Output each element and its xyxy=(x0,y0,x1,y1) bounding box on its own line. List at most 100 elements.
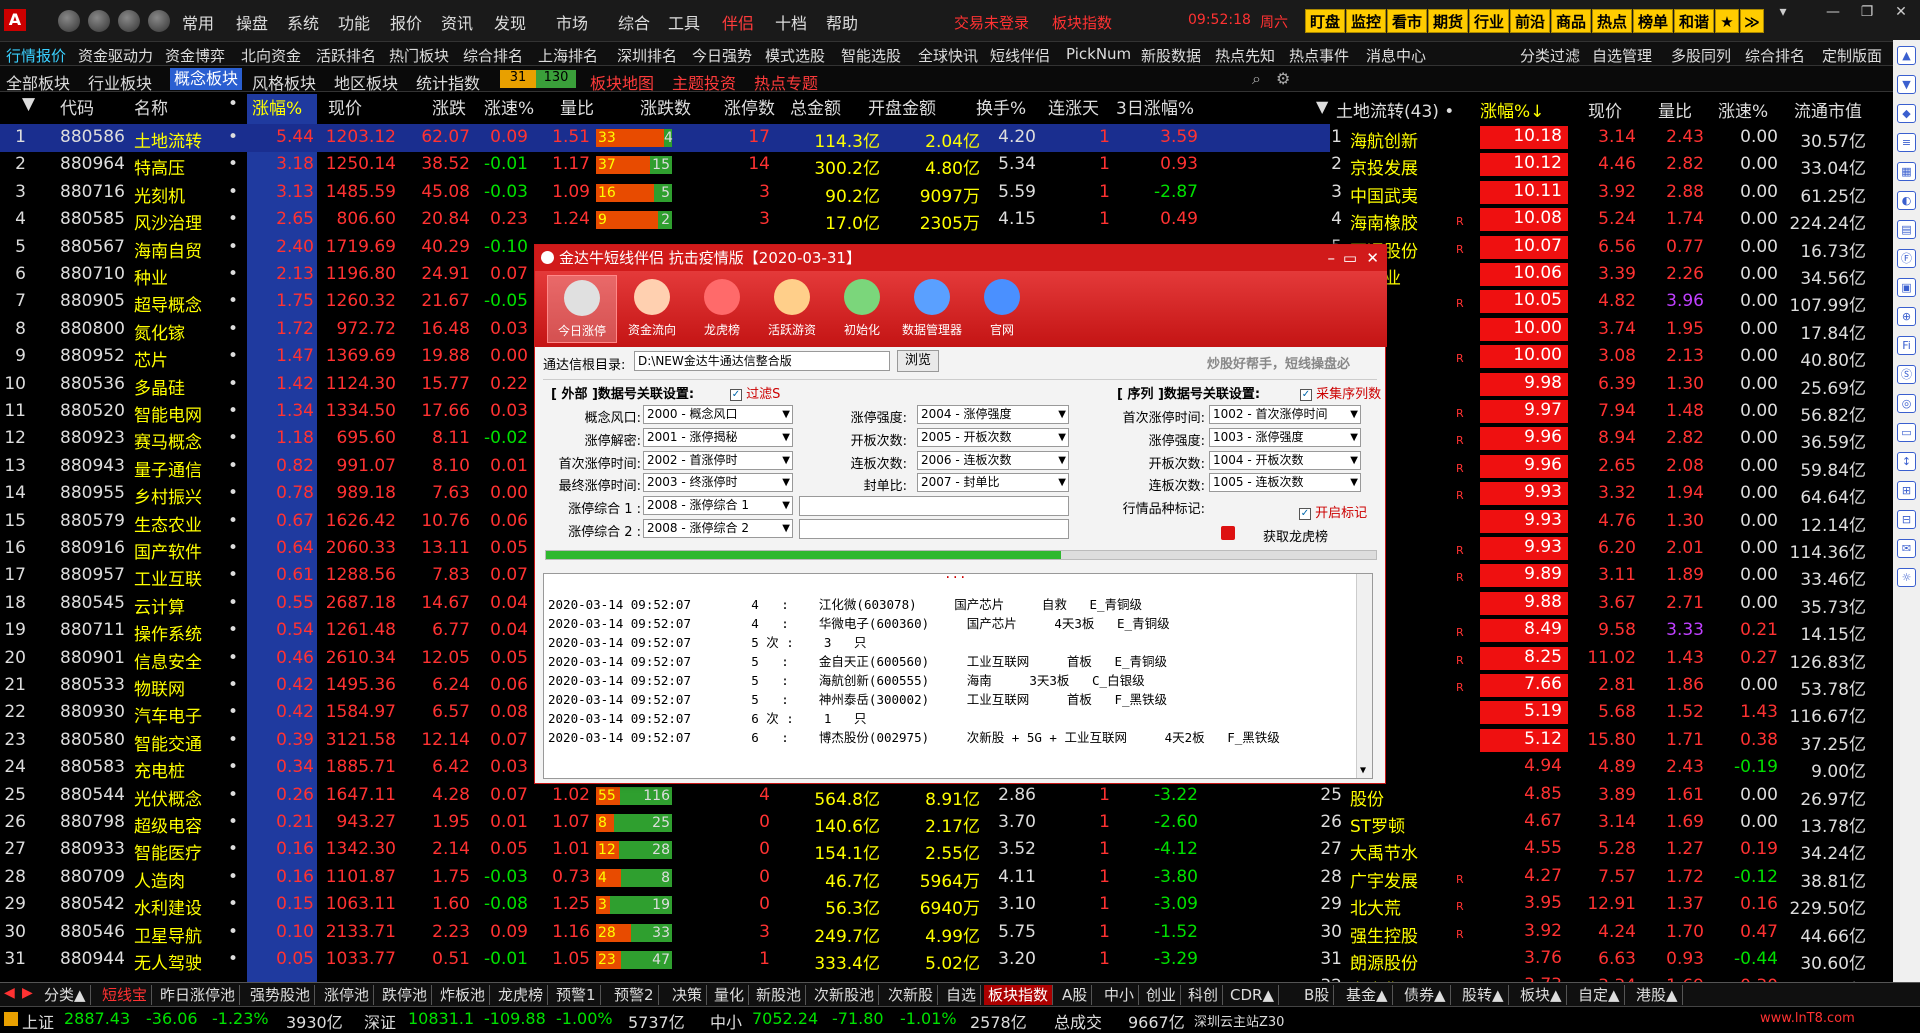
resize-icon[interactable]: ↕ xyxy=(1897,452,1916,471)
panel-row[interactable]: 2 京投发展 10.12 4.46 2.82 0.00 33.04亿 xyxy=(1310,151,1880,179)
panel-row[interactable]: 24生物4.944.892.43-0.199.00亿 xyxy=(1310,754,1880,782)
sun-icon[interactable]: ☼ xyxy=(1897,568,1916,587)
panel-row[interactable]: 17集团R9.893.111.890.0033.46亿 xyxy=(1310,562,1880,590)
seq-select-3[interactable]: 1005 - 连板次数 ▼ xyxy=(1209,473,1361,493)
target-icon[interactable]: ◎ xyxy=(1897,394,1916,413)
panel-header-3[interactable]: 涨速% xyxy=(1718,97,1768,125)
ext-select-3[interactable]: 2003 - 终涨停时 ▼ xyxy=(643,473,793,493)
bottom-tab-27[interactable]: 自定▲ xyxy=(1574,985,1625,1005)
menu-item-11[interactable]: 十档 xyxy=(775,10,807,34)
menu-item-10[interactable]: 伴侣 xyxy=(722,10,754,34)
tab-21[interactable]: 多股同列 xyxy=(1671,45,1731,66)
menu-item-2[interactable]: 系统 xyxy=(287,10,319,34)
column-header-8[interactable]: 涨跌数 xyxy=(640,94,691,122)
tab-10[interactable]: 模式选股 xyxy=(765,45,825,66)
bottom-tab-1[interactable]: 短线宝 xyxy=(98,985,153,1005)
ext-select-2[interactable]: 2002 - 首涨停时 ▼ xyxy=(643,450,793,470)
panel-row[interactable]: 6农种业10.063.392.260.0034.56亿 xyxy=(1310,261,1880,289)
restore-icon[interactable]: ❐ xyxy=(1854,4,1880,24)
tab-8[interactable]: 深圳排名 xyxy=(617,45,677,66)
diamond-icon[interactable]: ◆ xyxy=(1897,104,1916,123)
table-row[interactable]: 30 880546 卫星导航 • 0.10 2133.71 2.23 0.09 1.16 28 33… xyxy=(0,919,1330,947)
column-header-0[interactable]: 代码 xyxy=(60,94,94,122)
column-header-11[interactable]: 开盘金额 xyxy=(868,94,936,122)
bottom-tab-26[interactable]: 板块▲ xyxy=(1516,985,1567,1005)
f10-icon[interactable]: Ⓕ xyxy=(1897,249,1916,268)
quick-button-10[interactable]: ★ xyxy=(1715,9,1739,33)
bottom-tab-10[interactable]: 决策 xyxy=(668,985,708,1005)
bottom-tab-2[interactable]: 昨日涨停池 xyxy=(156,985,241,1005)
column-header-12[interactable]: 换手% xyxy=(976,94,1026,122)
panel-title[interactable]: 土地流转(43) • xyxy=(1336,97,1454,122)
panel-row[interactable]: 20山R8.2511.021.430.27126.83亿 xyxy=(1310,645,1880,673)
s-icon[interactable]: Ⓢ xyxy=(1897,365,1916,384)
topic-link-0[interactable]: 板块地图 xyxy=(590,70,654,94)
panel-header-4[interactable]: 流通市值 xyxy=(1794,97,1862,125)
panel-row[interactable]: 1 海航创新 10.18 3.14 2.43 0.00 30.57亿 xyxy=(1310,124,1880,152)
tab-9[interactable]: 今日强势 xyxy=(692,45,752,66)
bottom-tab-24[interactable]: 债券▲ xyxy=(1400,985,1451,1005)
tab-2[interactable]: 资金博弈 xyxy=(165,45,225,66)
pin-icon[interactable]: ▾ xyxy=(1770,4,1796,24)
table-row[interactable]: 28 880709 人造肉 • 0.16 1101.87 1.75 -0.03 0.73 4 8 0 4… xyxy=(0,864,1330,892)
bottom-tab-12[interactable]: 新股池 xyxy=(752,985,807,1005)
tab-16[interactable]: 热点先知 xyxy=(1215,45,1275,66)
quick-button-9[interactable]: 和谐 xyxy=(1674,9,1714,33)
panel-row[interactable]: 11股份R9.977.941.480.0056.82亿 xyxy=(1310,398,1880,426)
down-arrow-icon[interactable]: ▼ xyxy=(1897,75,1916,94)
dialog-tool-5[interactable]: 数据管理器 xyxy=(897,275,967,343)
ext-select-4[interactable]: 2008 - 涨停综合 1 ▼ xyxy=(643,496,793,516)
up-arrow-icon[interactable]: ▲ xyxy=(1897,46,1916,65)
panel-row[interactable]: 18纸业9.883.672.710.0035.73亿 xyxy=(1310,590,1880,618)
sector-tab-0[interactable]: 全部板块 xyxy=(6,70,70,94)
bottom-tab-6[interactable]: 炸板池 xyxy=(436,985,491,1005)
panel-row[interactable]: 23金森5.1215.801.710.3837.25亿 xyxy=(1310,727,1880,755)
dialog-tool-2[interactable]: 龙虎榜 xyxy=(687,275,757,343)
menu-item-4[interactable]: 报价 xyxy=(390,10,422,34)
sector-tab-4[interactable]: 地区板块 xyxy=(334,70,398,94)
menu-item-7[interactable]: 市场 xyxy=(556,10,588,34)
sector-tab-2[interactable]: 概念板块 xyxy=(170,68,243,90)
plus-icon[interactable]: ⊕ xyxy=(1897,307,1916,326)
tab-6[interactable]: 综合排名 xyxy=(463,45,523,66)
column-header-10[interactable]: 总金额 xyxy=(790,94,841,122)
bottom-tab-17[interactable]: A股 xyxy=(1058,985,1093,1005)
filter-checkbox[interactable]: ✓ 过滤S xyxy=(730,383,780,402)
dir-input[interactable]: D:\NEW金达牛通达信整合版 xyxy=(634,351,890,371)
quick-button-6[interactable]: 商品 xyxy=(1551,9,1591,33)
tab-5[interactable]: 热门板块 xyxy=(389,45,449,66)
dialog-restore-icon[interactable]: ▭ xyxy=(1343,245,1357,271)
settings-icon[interactable]: ⚙ xyxy=(1276,69,1290,88)
table-row[interactable]: 27 880933 智能医疗 • 0.16 1342.30 2.14 0.05 1.01 12 28… xyxy=(0,836,1330,864)
panel-row[interactable]: 9股份R10.003.082.130.0040.80亿 xyxy=(1310,343,1880,371)
panel-header-1[interactable]: 现价 xyxy=(1588,97,1622,125)
panel-row[interactable]: 28 广宇发展 R 4.27 7.57 1.72 -0.12 38.81亿 xyxy=(1310,864,1880,892)
table-row[interactable]: 31 880944 无人驾驶 • 0.05 1033.77 0.51 -0.01 1.05 23 4… xyxy=(0,946,1330,974)
tab-7[interactable]: 上海排名 xyxy=(538,45,598,66)
panel-row[interactable]: 4 海南橡胶 R 10.08 5.24 1.74 0.00 224.24亿 xyxy=(1310,206,1880,234)
dialog-tool-6[interactable]: 官网 xyxy=(967,275,1037,343)
panel-header-0[interactable]: 涨幅%↓ xyxy=(1480,97,1544,125)
dragon-list-icon[interactable] xyxy=(1221,526,1235,540)
bottom-tab-21[interactable]: CDR▲ xyxy=(1226,985,1279,1005)
bottom-tab-19[interactable]: 创业 xyxy=(1142,985,1182,1005)
mid-select-3[interactable]: 2007 - 封单比 ▼ xyxy=(917,473,1069,493)
dialog-tool-4[interactable]: 初始化 xyxy=(827,275,897,343)
column-header-13[interactable]: 连涨天 xyxy=(1048,94,1099,122)
table-row[interactable]: 29 880542 水利建设 • 0.15 1063.11 1.60 -0.08 1.25 3 19… xyxy=(0,891,1330,919)
panel-row[interactable]: 30 强生控股 R 3.92 4.24 1.70 0.47 44.66亿 xyxy=(1310,919,1880,947)
scroll-left-icon[interactable]: ◀ xyxy=(4,985,15,1001)
tab-12[interactable]: 全球快讯 xyxy=(918,45,978,66)
panel-row[interactable]: 10股份9.986.391.300.0025.69亿 xyxy=(1310,371,1880,399)
panel-row[interactable]: 16发展R9.936.202.010.00114.36亿 xyxy=(1310,535,1880,563)
trade-login-status[interactable]: 交易未登录 xyxy=(954,12,1029,33)
menu-item-12[interactable]: 帮助 xyxy=(826,10,858,34)
mid-select-1[interactable]: 2005 - 开板次数 ▼ xyxy=(917,427,1069,447)
grid-icon[interactable]: ▦ xyxy=(1897,162,1916,181)
search-icon[interactable]: ⌕ xyxy=(1252,69,1261,89)
board-icon[interactable]: ▣ xyxy=(1897,278,1916,297)
tab-22[interactable]: 综合排名 xyxy=(1745,45,1805,66)
table-row[interactable]: 2 880964 特高压 • 3.18 1250.14 38.52 -0.01 1.17 37 15… xyxy=(0,151,1330,179)
tab-3[interactable]: 北向资金 xyxy=(241,45,301,66)
mid-select-2[interactable]: 2006 - 连板次数 ▼ xyxy=(917,450,1069,470)
